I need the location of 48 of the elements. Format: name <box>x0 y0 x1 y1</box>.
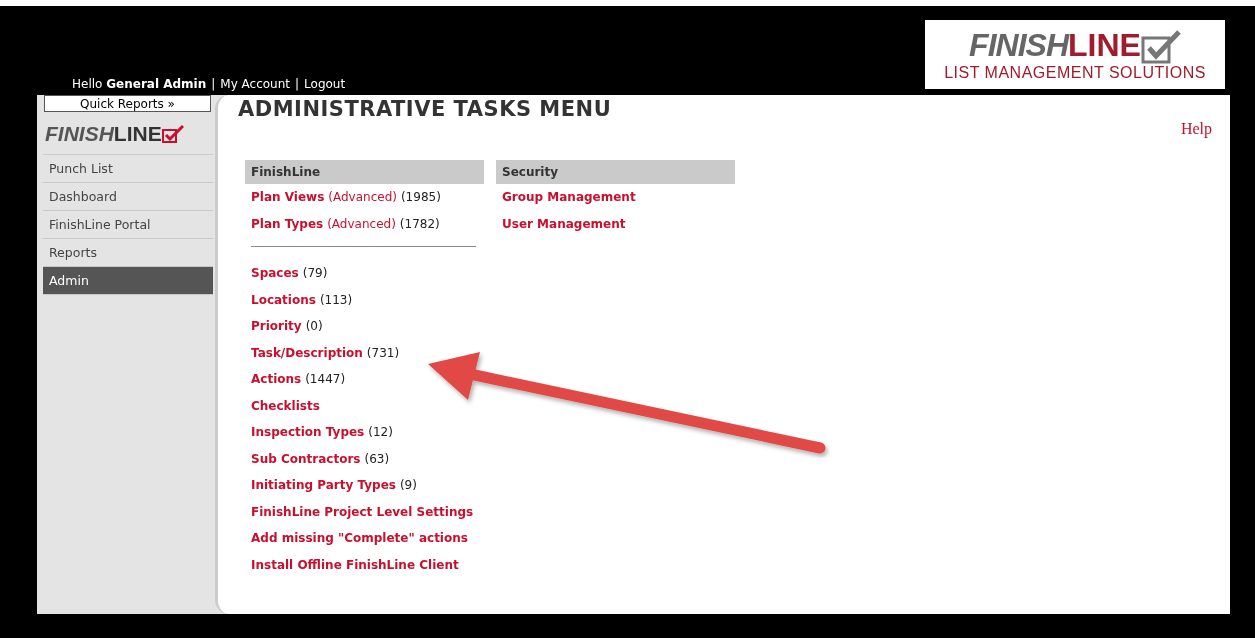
count: (9) <box>399 478 417 494</box>
advanced-link[interactable]: (Advanced) <box>327 216 396 232</box>
menu-link[interactable]: Spaces <box>251 266 299 282</box>
advanced-link[interactable]: (Advanced) <box>328 190 397 206</box>
logo-text: FINISH <box>45 122 114 146</box>
section-header: FinishLine <box>245 160 484 184</box>
greeting: Hello General Admin <box>72 77 207 91</box>
section-header: Security <box>496 160 735 184</box>
header-link[interactable]: Logout <box>304 77 346 91</box>
sidebar-item[interactable]: Admin <box>43 267 213 295</box>
count: (63) <box>364 451 390 467</box>
menu-link[interactable]: Task/Description <box>251 345 363 361</box>
separator: | <box>211 77 216 91</box>
count: (79) <box>302 266 328 282</box>
count: (0) <box>305 319 323 335</box>
menu-link[interactable]: Sub Contractors <box>251 451 361 467</box>
count: (113) <box>319 292 353 308</box>
checkbox-icon <box>1140 30 1181 64</box>
count: (12) <box>368 425 393 441</box>
menu-link[interactable]: Inspection Types <box>251 425 365 441</box>
menu-link[interactable]: Priority <box>251 319 302 335</box>
logo-text: LINE <box>113 122 162 146</box>
count: (1985) <box>400 190 441 206</box>
help-link[interactable]: Help <box>1180 120 1212 138</box>
menu-link[interactable]: User Management <box>502 216 626 232</box>
page-title: ADMINISTRATIVE TASKS MENU <box>238 97 612 123</box>
count: (1782) <box>399 216 440 232</box>
menu-link[interactable]: Install Offline FinishLine Client <box>251 557 459 573</box>
count: (1447) <box>305 372 346 388</box>
sidebar-item[interactable]: FinishLine Portal <box>43 211 213 239</box>
menu-link[interactable]: Plan Types <box>251 216 324 232</box>
menu-link[interactable]: Locations <box>251 292 316 308</box>
menu-link[interactable]: Checklists <box>251 398 320 414</box>
count: (731) <box>366 345 400 361</box>
logo-tagline: LIST MANAGEMENT SOLUTIONS <box>944 64 1206 82</box>
menu-link[interactable]: Plan Views <box>251 190 325 206</box>
menu-link[interactable]: Actions <box>251 372 302 388</box>
sidebar-item[interactable]: Dashboard <box>43 183 213 211</box>
menu-link[interactable]: Group Management <box>502 190 636 206</box>
menu-link[interactable]: Add missing "Complete" actions <box>251 531 468 547</box>
quick-reports-button[interactable]: Quick Reports » <box>44 95 211 112</box>
logo-text: FINISH <box>969 27 1068 64</box>
header-link[interactable]: My Account <box>220 77 291 91</box>
sidebar-item[interactable]: Punch List <box>43 155 213 183</box>
menu-link[interactable]: FinishLine Project Level Settings <box>251 504 474 520</box>
separator: | <box>295 77 300 91</box>
checkbox-icon <box>161 125 184 143</box>
menu-link[interactable]: Initiating Party Types <box>251 478 396 494</box>
